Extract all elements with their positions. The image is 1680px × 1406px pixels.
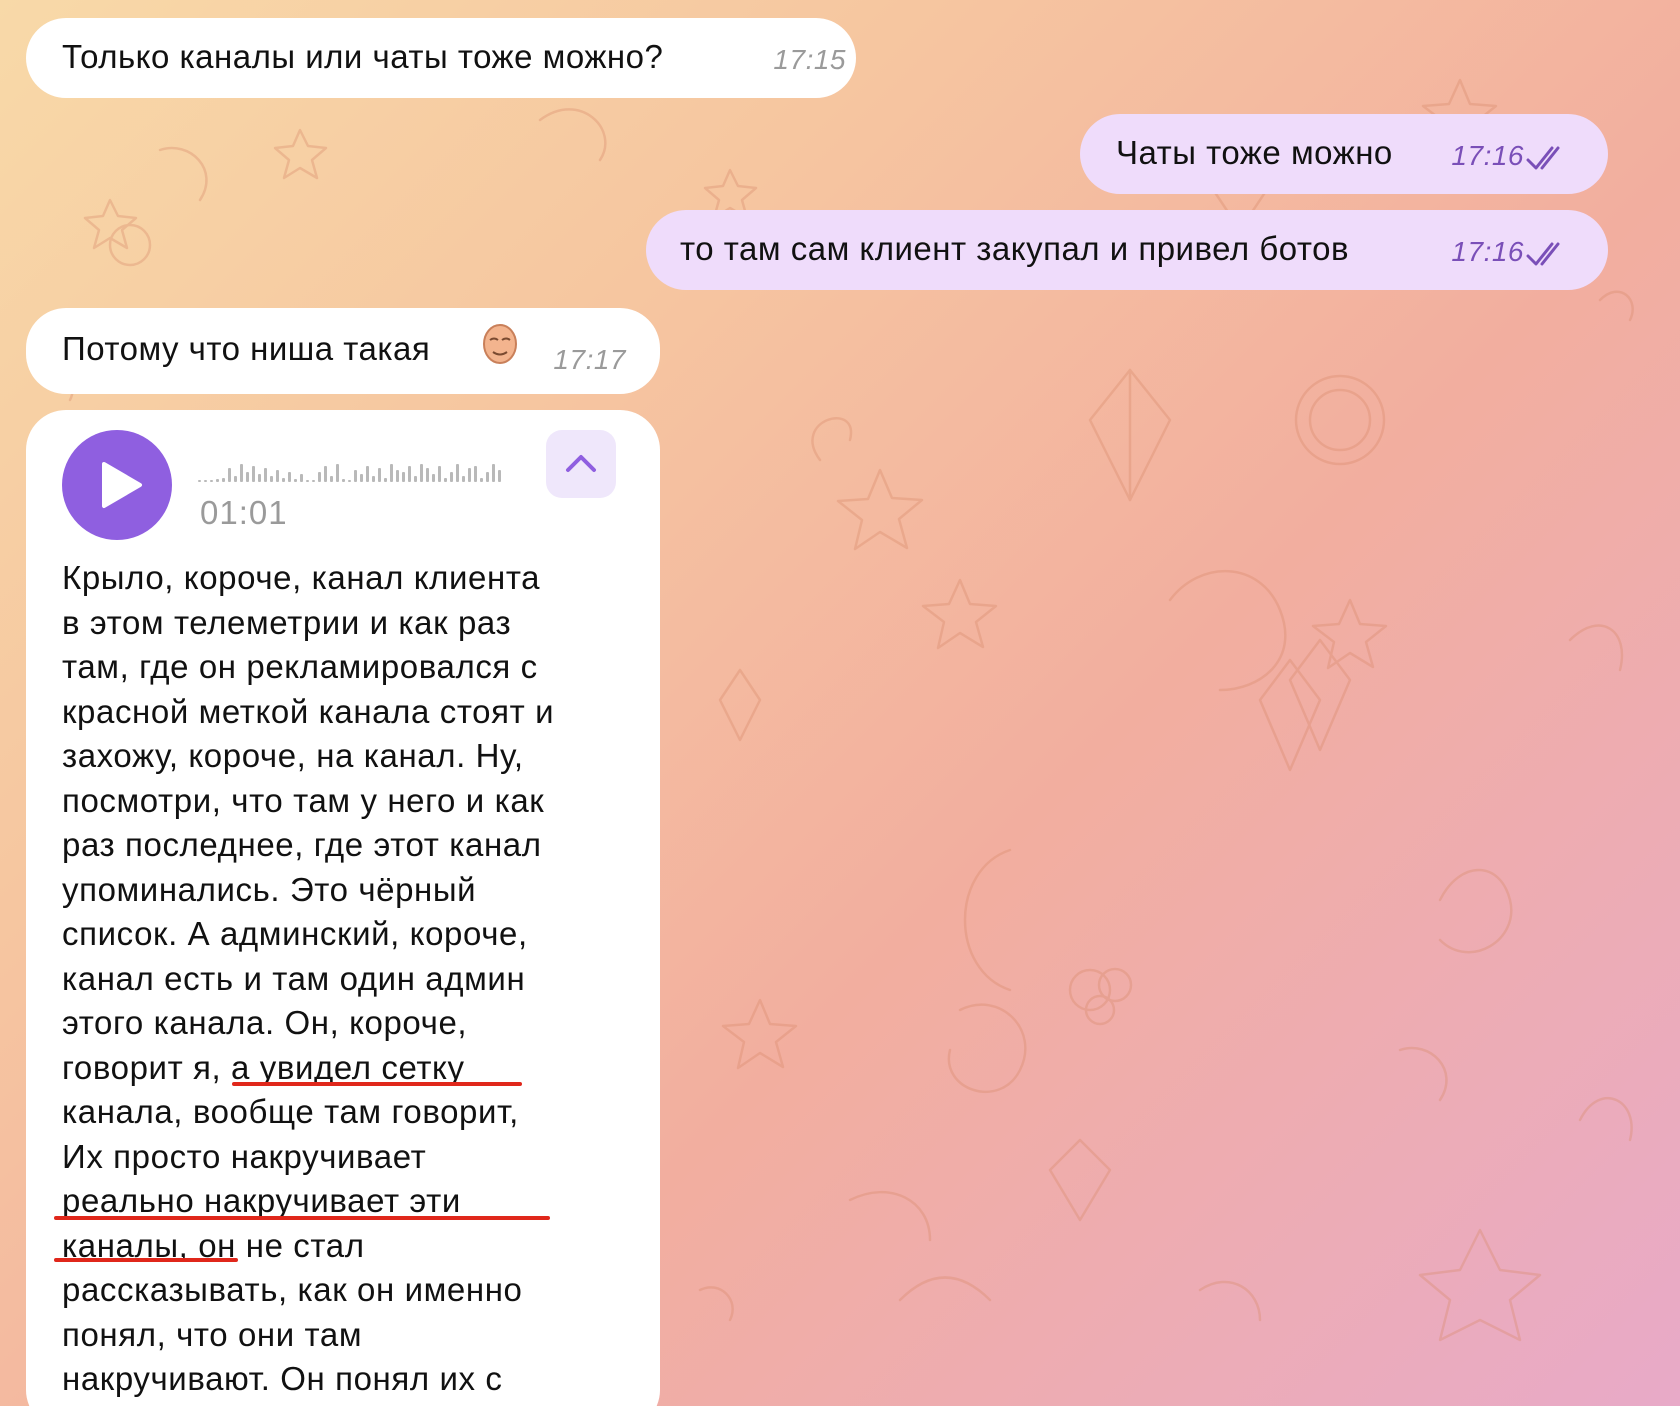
highlight-underline	[54, 1216, 550, 1220]
face-emoji-icon	[483, 324, 517, 364]
waveform-bar	[252, 466, 255, 482]
waveform-bar	[336, 464, 339, 482]
waveform-bar	[354, 470, 357, 482]
waveform-bar	[240, 464, 243, 482]
waveform-bar	[342, 479, 345, 482]
waveform-bar	[426, 468, 429, 482]
voice-duration: 01:01	[200, 494, 288, 531]
outgoing-message[interactable]: то там сам клиент закупал и привел ботов…	[646, 210, 1608, 290]
waveform-bar	[486, 472, 489, 482]
highlight-underline	[232, 1082, 522, 1086]
waveform-bar	[264, 468, 267, 482]
waveform-bar	[462, 476, 465, 482]
double-check-icon	[1526, 146, 1560, 170]
waveform-bar	[444, 478, 447, 482]
waveform-bar	[450, 472, 453, 482]
waveform-bar	[294, 479, 297, 482]
waveform-bar	[258, 474, 261, 482]
voice-message[interactable]: 01:01 Крыло, короче, канал клиента в это…	[26, 410, 660, 1406]
message-text: Потому что ниша такая	[62, 330, 431, 367]
waveform-bar	[396, 470, 399, 482]
waveform-bar	[276, 470, 279, 482]
message-time: 17:16	[1451, 140, 1524, 171]
double-check-icon	[1526, 242, 1560, 266]
message-time: 17:16	[1451, 236, 1524, 267]
waveform-bar	[366, 466, 369, 482]
waveform-bar	[312, 480, 315, 482]
incoming-message[interactable]: Потому что ниша такая 17:17	[26, 308, 660, 394]
waveform-bar	[288, 472, 291, 482]
waveform-bar	[324, 466, 327, 482]
message-text: то там сам клиент закупал и привел ботов	[680, 230, 1349, 267]
collapse-transcript-button[interactable]	[546, 430, 616, 498]
incoming-message[interactable]: Только каналы или чаты тоже можно? 17:15	[26, 18, 856, 98]
waveform-bar	[432, 474, 435, 482]
waveform-bar	[402, 472, 405, 482]
waveform-bar	[204, 480, 207, 482]
waveform-bar	[438, 466, 441, 482]
waveform-bar	[306, 480, 309, 482]
waveform-bar	[414, 476, 417, 482]
voice-waveform[interactable]	[198, 452, 518, 486]
waveform-bar	[330, 476, 333, 482]
waveform-bar	[222, 478, 225, 482]
waveform-bar	[234, 476, 237, 482]
chat-background: Только каналы или чаты тоже можно? 17:15…	[0, 0, 1680, 1406]
waveform-bar	[270, 476, 273, 482]
waveform-bar	[420, 464, 423, 482]
waveform-bar	[300, 474, 303, 482]
message-text: Чаты тоже можно	[1116, 134, 1393, 171]
waveform-bar	[390, 464, 393, 482]
outgoing-message[interactable]: Чаты тоже можно 17:16	[1080, 114, 1608, 194]
waveform-bar	[318, 472, 321, 482]
waveform-bar	[408, 466, 411, 482]
waveform-bar	[210, 480, 213, 482]
waveform-bar	[384, 478, 387, 482]
waveform-bar	[372, 476, 375, 482]
waveform-bar	[360, 474, 363, 482]
play-icon	[102, 462, 142, 508]
waveform-bar	[456, 464, 459, 482]
waveform-bar	[228, 468, 231, 482]
waveform-bar	[480, 478, 483, 482]
waveform-bar	[378, 468, 381, 482]
message-time: 17:17	[553, 344, 626, 375]
chevron-up-icon	[566, 455, 596, 472]
voice-transcript: Крыло, короче, канал клиента в этом теле…	[62, 559, 555, 1397]
waveform-bar	[468, 468, 471, 482]
message-text: Только каналы или чаты тоже можно?	[62, 38, 664, 75]
waveform-bar	[198, 480, 201, 482]
waveform-bar	[474, 466, 477, 482]
waveform-bar	[282, 478, 285, 482]
message-time: 17:15	[773, 44, 846, 75]
play-button[interactable]	[62, 430, 172, 540]
highlight-underline	[54, 1258, 238, 1262]
waveform-bar	[246, 472, 249, 482]
waveform-bar	[492, 464, 495, 482]
waveform-bar	[498, 470, 501, 482]
waveform-bar	[348, 480, 351, 482]
waveform-bar	[216, 479, 219, 482]
